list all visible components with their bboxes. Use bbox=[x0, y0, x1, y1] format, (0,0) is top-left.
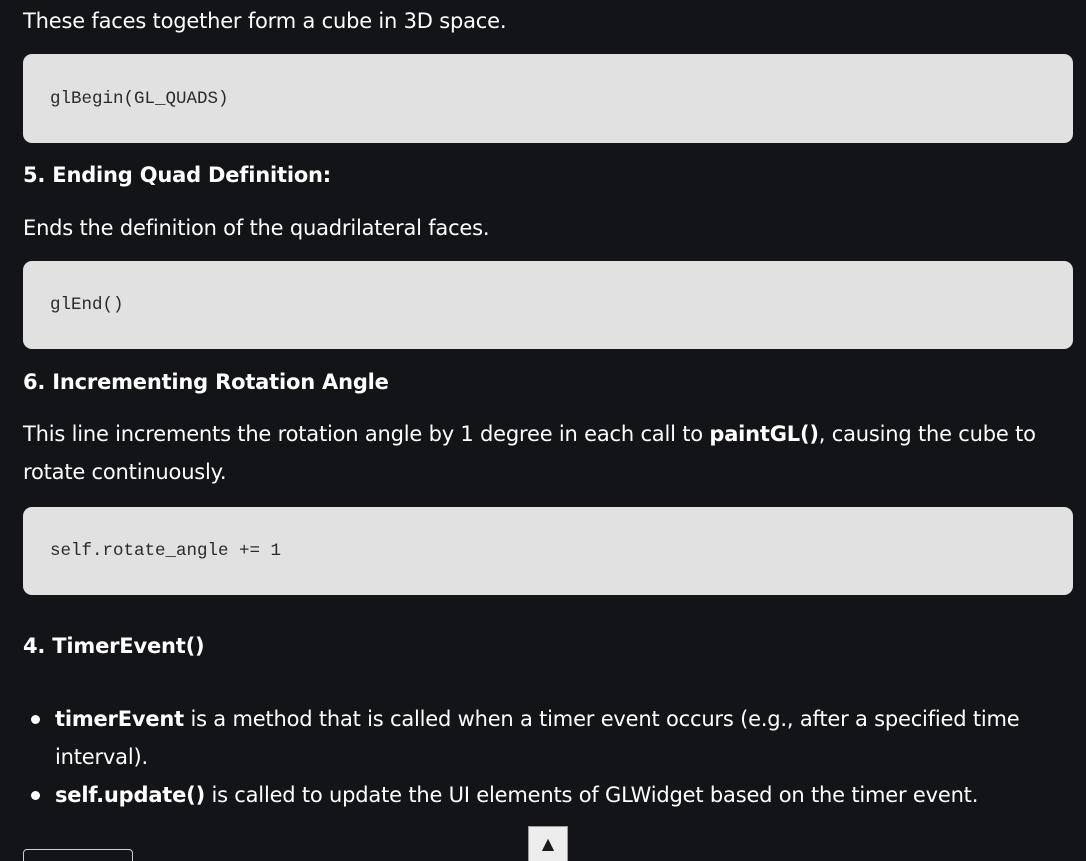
paragraph: Ends the definition of the quadrilateral… bbox=[23, 216, 490, 240]
paragraph: This line increments the rotation angle … bbox=[23, 415, 1073, 491]
code-line: self.rotate_angle += 1 bbox=[50, 541, 282, 561]
bold-term: self.update() bbox=[55, 783, 205, 807]
code-line: glEnd() bbox=[50, 295, 124, 315]
code-block: self.rotate_angle += 1 bbox=[23, 507, 1073, 595]
bullet-list: timerEvent is a method that is called wh… bbox=[23, 700, 1073, 814]
code-line: glBegin(GL_QUADS) bbox=[50, 89, 229, 109]
partial-button[interactable] bbox=[23, 849, 133, 861]
up-arrow-icon: ▲ bbox=[541, 834, 555, 853]
bold-term: paintGL() bbox=[709, 422, 819, 446]
list-item: timerEvent is a method that is called wh… bbox=[23, 700, 1065, 776]
section-heading: 4. TimerEvent() bbox=[23, 634, 205, 658]
code-block: glBegin(GL_QUADS) bbox=[23, 54, 1073, 143]
paragraph-text: This line increments the rotation angle … bbox=[23, 422, 710, 446]
list-item-text: is a method that is called when a timer … bbox=[55, 707, 1020, 769]
list-item: self.update() is called to update the UI… bbox=[23, 776, 1065, 814]
bullet-icon bbox=[31, 715, 40, 724]
section-heading: 5. Ending Quad Definition: bbox=[23, 163, 332, 187]
list-item-text: is called to update the UI elements of G… bbox=[204, 783, 979, 807]
section-heading: 6. Incrementing Rotation Angle bbox=[23, 370, 389, 394]
bullet-icon bbox=[31, 791, 40, 800]
bold-term: timerEvent bbox=[55, 707, 184, 731]
scroll-to-top-button[interactable]: ▲ bbox=[528, 826, 568, 861]
intro-paragraph: These faces together form a cube in 3D s… bbox=[23, 9, 507, 33]
code-block: glEnd() bbox=[23, 261, 1073, 349]
